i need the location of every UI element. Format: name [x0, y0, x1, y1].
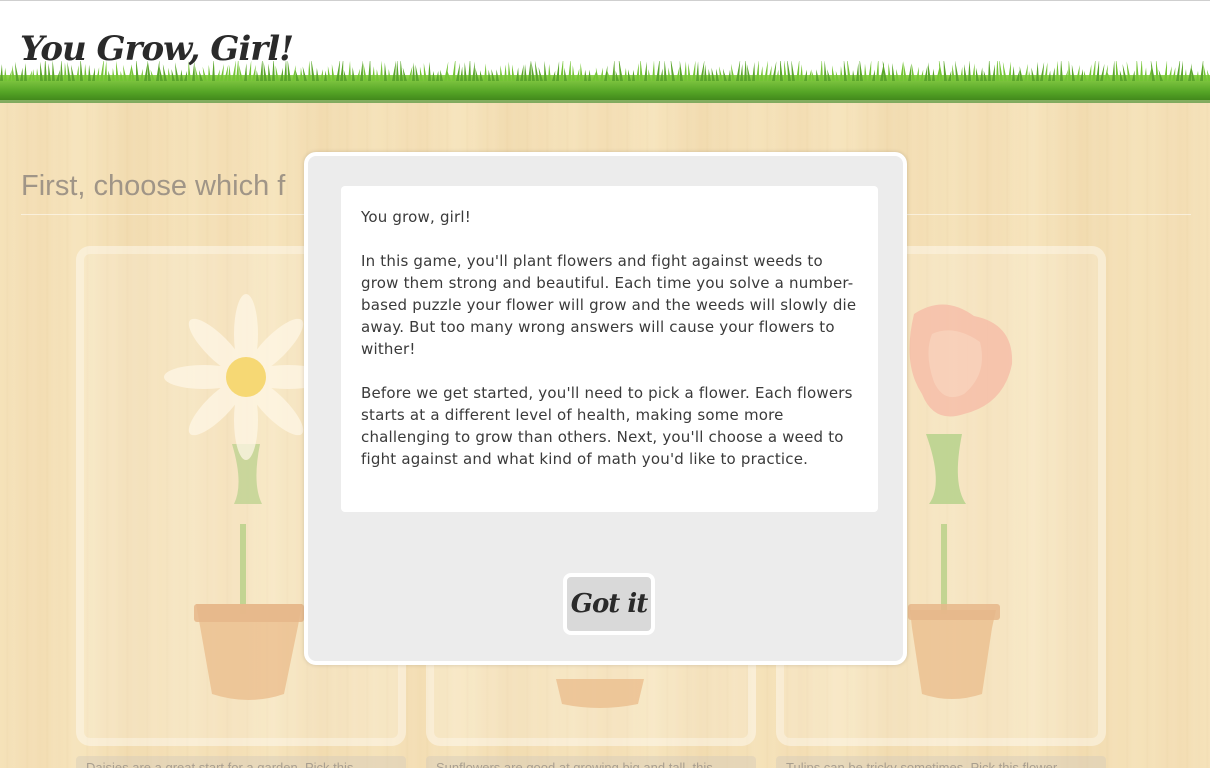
got-it-button[interactable]: Got it: [563, 573, 655, 635]
modal-content: You grow, girl! In this game, you'll pla…: [341, 186, 878, 512]
intro-modal: You grow, girl! In this game, you'll pla…: [304, 152, 907, 665]
game-page: You Grow, Girl! First, choose which f Da…: [0, 0, 1210, 768]
modal-paragraph: Before we get started, you'll need to pi…: [361, 384, 853, 468]
modal-paragraph: In this game, you'll plant flowers and f…: [361, 252, 857, 358]
header: You Grow, Girl!: [0, 0, 1210, 103]
modal-greeting: You grow, girl!: [361, 208, 471, 226]
logo[interactable]: You Grow, Girl!: [20, 29, 294, 69]
